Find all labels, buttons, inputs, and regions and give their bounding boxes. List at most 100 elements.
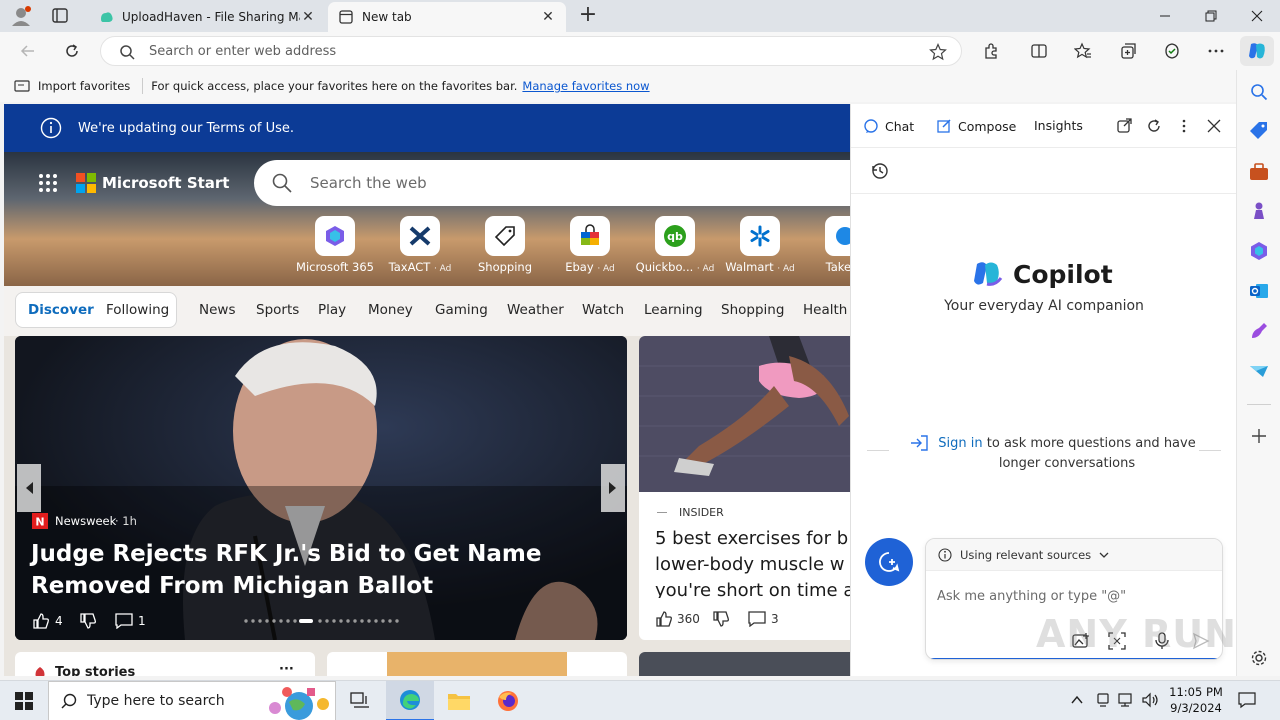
tab-actions-icon[interactable] [50, 7, 70, 25]
sources-selector[interactable]: Using relevant sources [926, 539, 1222, 571]
tab-new-tab[interactable]: New tab ✕ [328, 2, 566, 32]
task-view-icon[interactable] [336, 681, 384, 720]
back-icon[interactable] [12, 36, 44, 66]
browser-essentials-icon[interactable] [1156, 36, 1188, 66]
nav-learning[interactable]: Learning [644, 302, 703, 318]
quick-link-quickbooks[interactable]: qb Quickbo... · Ad [635, 216, 715, 274]
copilot-toolbar-icon[interactable] [1240, 36, 1274, 66]
more-options-icon[interactable]: ··· [279, 662, 294, 676]
device-icon[interactable] [1095, 692, 1111, 708]
carousel-prev-button[interactable] [17, 464, 41, 512]
history-icon[interactable] [871, 162, 889, 180]
tab-discover[interactable]: Discover [28, 302, 94, 318]
nav-weather[interactable]: Weather [507, 302, 564, 318]
nav-health[interactable]: Health [803, 302, 847, 318]
new-topic-button[interactable] [865, 538, 913, 586]
edge-taskbar-icon[interactable] [386, 681, 434, 720]
story-headline[interactable]: Judge Rejects RFK Jr.'s Bid to Get Name … [31, 538, 601, 602]
tab-following[interactable]: Following [106, 302, 169, 318]
carousel-next-button[interactable] [601, 464, 625, 512]
outlook-icon[interactable] [1247, 279, 1271, 303]
tab-insights[interactable]: Insights [1034, 118, 1083, 133]
quick-link-takelessons[interactable]: TakeLe [805, 216, 850, 274]
nav-watch[interactable]: Watch [582, 302, 624, 318]
profile-icon[interactable] [10, 5, 32, 27]
dislike-icon[interactable] [712, 610, 730, 628]
split-screen-icon[interactable] [1023, 36, 1055, 66]
dislike-icon[interactable] [79, 612, 97, 630]
comment-icon[interactable] [748, 611, 766, 627]
quick-link-shopping[interactable]: Shopping [465, 216, 545, 274]
favorites-icon[interactable] [1067, 36, 1099, 66]
nav-shopping[interactable]: Shopping [721, 302, 784, 318]
quick-link-walmart[interactable]: Walmart · Ad [720, 216, 800, 274]
feed-card[interactable] [639, 652, 850, 676]
extensions-icon[interactable] [975, 36, 1007, 66]
apps-launcher-icon[interactable] [38, 173, 58, 193]
microsoft365-icon[interactable] [1247, 239, 1271, 263]
brand-title[interactable]: Microsoft Start [102, 174, 229, 192]
import-favorites-button[interactable]: Import favorites [38, 79, 130, 93]
main-story-card[interactable]: N Newsweek · 1h Judge Rejects RFK Jr.'s … [15, 336, 627, 640]
terms-text[interactable]: We're updating our Terms of Use. [78, 121, 294, 136]
favorite-star-icon[interactable] [929, 43, 947, 61]
add-icon[interactable] [1247, 424, 1271, 448]
quick-link-taxact[interactable]: TaxACT · Ad [380, 216, 460, 274]
collections-icon[interactable] [1112, 36, 1144, 66]
close-panel-icon[interactable] [1206, 118, 1222, 134]
comment-icon[interactable] [115, 613, 133, 629]
side-story-headline[interactable]: 5 best exercises for b lower-body muscle… [655, 526, 850, 598]
nav-sports[interactable]: Sports [256, 302, 299, 318]
shopping-tag-icon[interactable] [1247, 118, 1271, 142]
nav-gaming[interactable]: Gaming [435, 302, 488, 318]
refresh-chat-icon[interactable] [1146, 118, 1162, 134]
settings-gear-icon[interactable] [1247, 646, 1271, 670]
taskbar-search[interactable]: Type here to search [48, 681, 336, 720]
like-icon[interactable] [655, 610, 673, 628]
import-favorites-icon[interactable] [14, 79, 30, 93]
close-tab-icon[interactable]: ✕ [540, 9, 556, 25]
sign-in-link[interactable]: Sign in [938, 436, 982, 451]
new-tab-button[interactable]: + [576, 4, 600, 28]
more-menu-icon[interactable] [1200, 36, 1232, 66]
tab-uploadhaven[interactable]: UploadHaven - File Sharing Made Simple ✕ [88, 2, 326, 32]
nav-play[interactable]: Play [318, 302, 346, 318]
tools-icon[interactable] [1247, 160, 1271, 184]
carousel-dots[interactable] [243, 618, 399, 624]
like-icon[interactable] [32, 612, 50, 630]
designer-icon[interactable] [1247, 319, 1271, 343]
new-tab-page: We're updating our Terms of Use. Microso… [4, 104, 850, 676]
manage-favorites-link[interactable]: Manage favorites now [522, 79, 649, 93]
network-icon[interactable] [1118, 692, 1136, 708]
start-button[interactable] [0, 681, 48, 720]
volume-icon[interactable] [1142, 692, 1160, 708]
notifications-icon[interactable] [1238, 691, 1256, 709]
more-options-icon[interactable] [1176, 118, 1192, 134]
file-explorer-icon[interactable] [435, 681, 483, 720]
firefox-icon[interactable] [484, 681, 532, 720]
quick-link-microsoft365[interactable]: Microsoft 365 [295, 216, 375, 274]
open-in-new-icon[interactable] [1116, 118, 1132, 134]
top-stories-card[interactable]: Top stories ··· [15, 652, 315, 676]
quick-link-ebay[interactable]: Ebay · Ad [550, 216, 630, 274]
close-tab-icon[interactable]: ✕ [300, 9, 316, 25]
games-icon[interactable] [1247, 199, 1271, 223]
tab-chat[interactable]: Chat [863, 118, 914, 134]
show-hidden-icons-icon[interactable] [1070, 693, 1084, 707]
address-bar[interactable]: Search or enter web address [100, 36, 962, 66]
nav-money[interactable]: Money [368, 302, 413, 318]
chat-input[interactable]: Ask me anything or type "@" [937, 589, 1126, 604]
clock[interactable]: 11:05 PM 9/3/2024 [1168, 684, 1224, 716]
takelessons-icon [825, 216, 850, 256]
feed-card[interactable] [327, 652, 627, 676]
minimize-button[interactable] [1142, 0, 1188, 32]
search-icon[interactable] [1247, 80, 1271, 104]
side-story-card[interactable]: INSIDER 5 best exercises for b lower-bod… [639, 336, 850, 640]
nav-news[interactable]: News [199, 302, 235, 318]
tab-compose[interactable]: Compose [936, 118, 1016, 134]
restore-button[interactable] [1188, 0, 1234, 32]
close-window-button[interactable] [1234, 0, 1280, 32]
drop-icon[interactable] [1247, 359, 1271, 383]
web-search-input[interactable]: Search the web [254, 160, 850, 206]
refresh-icon[interactable] [56, 36, 88, 66]
